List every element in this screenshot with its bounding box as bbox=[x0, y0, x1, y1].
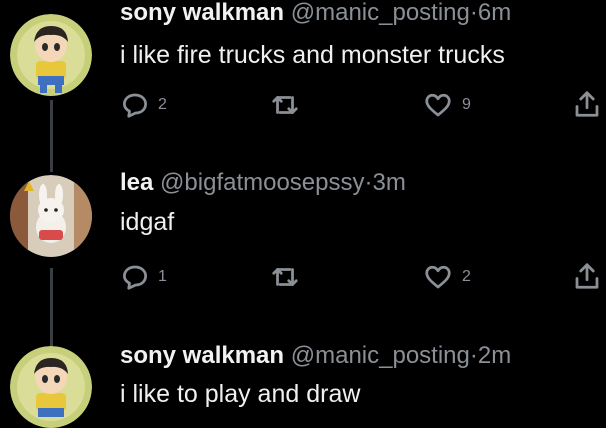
user-handle[interactable]: @manic_posting bbox=[291, 0, 470, 26]
retweet-button[interactable] bbox=[270, 90, 300, 120]
heart-icon bbox=[422, 262, 454, 292]
tweet-text: i like fire trucks and monster trucks bbox=[120, 41, 505, 69]
timestamp[interactable]: 3m bbox=[373, 169, 406, 196]
display-name[interactable]: sony walkman bbox=[120, 342, 284, 369]
reply-button[interactable]: 2 bbox=[120, 90, 167, 120]
tweet-header: lea @bigfatmoosepssy·3m bbox=[120, 169, 406, 197]
timestamp[interactable]: 6m bbox=[478, 0, 511, 26]
separator-dot: · bbox=[469, 342, 478, 369]
reply-icon bbox=[120, 262, 150, 292]
thread-connector-line bbox=[50, 268, 53, 346]
separator-dot: · bbox=[364, 169, 373, 196]
avatar[interactable] bbox=[10, 175, 92, 257]
display-name[interactable]: sony walkman bbox=[120, 0, 284, 26]
like-button[interactable]: 9 bbox=[422, 90, 471, 120]
tweet-header: sony walkman @manic_posting·6m bbox=[120, 0, 511, 27]
user-handle[interactable]: @manic_posting bbox=[291, 342, 470, 369]
like-count: 9 bbox=[462, 96, 471, 113]
heart-icon bbox=[422, 90, 454, 120]
reply-count: 1 bbox=[158, 268, 167, 285]
retweet-icon bbox=[270, 262, 300, 292]
share-icon bbox=[572, 88, 602, 120]
display-name[interactable]: lea bbox=[120, 169, 153, 196]
share-button[interactable] bbox=[572, 88, 602, 120]
reply-icon bbox=[120, 90, 150, 120]
separator-dot: · bbox=[469, 0, 478, 26]
tweet-header: sony walkman @manic_posting·2m bbox=[120, 342, 511, 370]
share-icon bbox=[572, 260, 602, 292]
like-button[interactable]: 2 bbox=[422, 262, 471, 292]
share-button[interactable] bbox=[572, 260, 602, 292]
avatar[interactable] bbox=[10, 14, 92, 96]
timestamp[interactable]: 2m bbox=[478, 342, 511, 369]
retweet-button[interactable] bbox=[270, 262, 300, 292]
thread-connector-line bbox=[50, 100, 53, 172]
retweet-icon bbox=[270, 90, 300, 120]
reply-button[interactable]: 1 bbox=[120, 262, 167, 292]
like-count: 2 bbox=[462, 268, 471, 285]
tweet-text: idgaf bbox=[120, 208, 175, 236]
reply-count: 2 bbox=[158, 96, 167, 113]
tweet-text: i like to play and draw bbox=[120, 380, 361, 408]
user-handle[interactable]: @bigfatmoosepssy bbox=[160, 169, 364, 196]
